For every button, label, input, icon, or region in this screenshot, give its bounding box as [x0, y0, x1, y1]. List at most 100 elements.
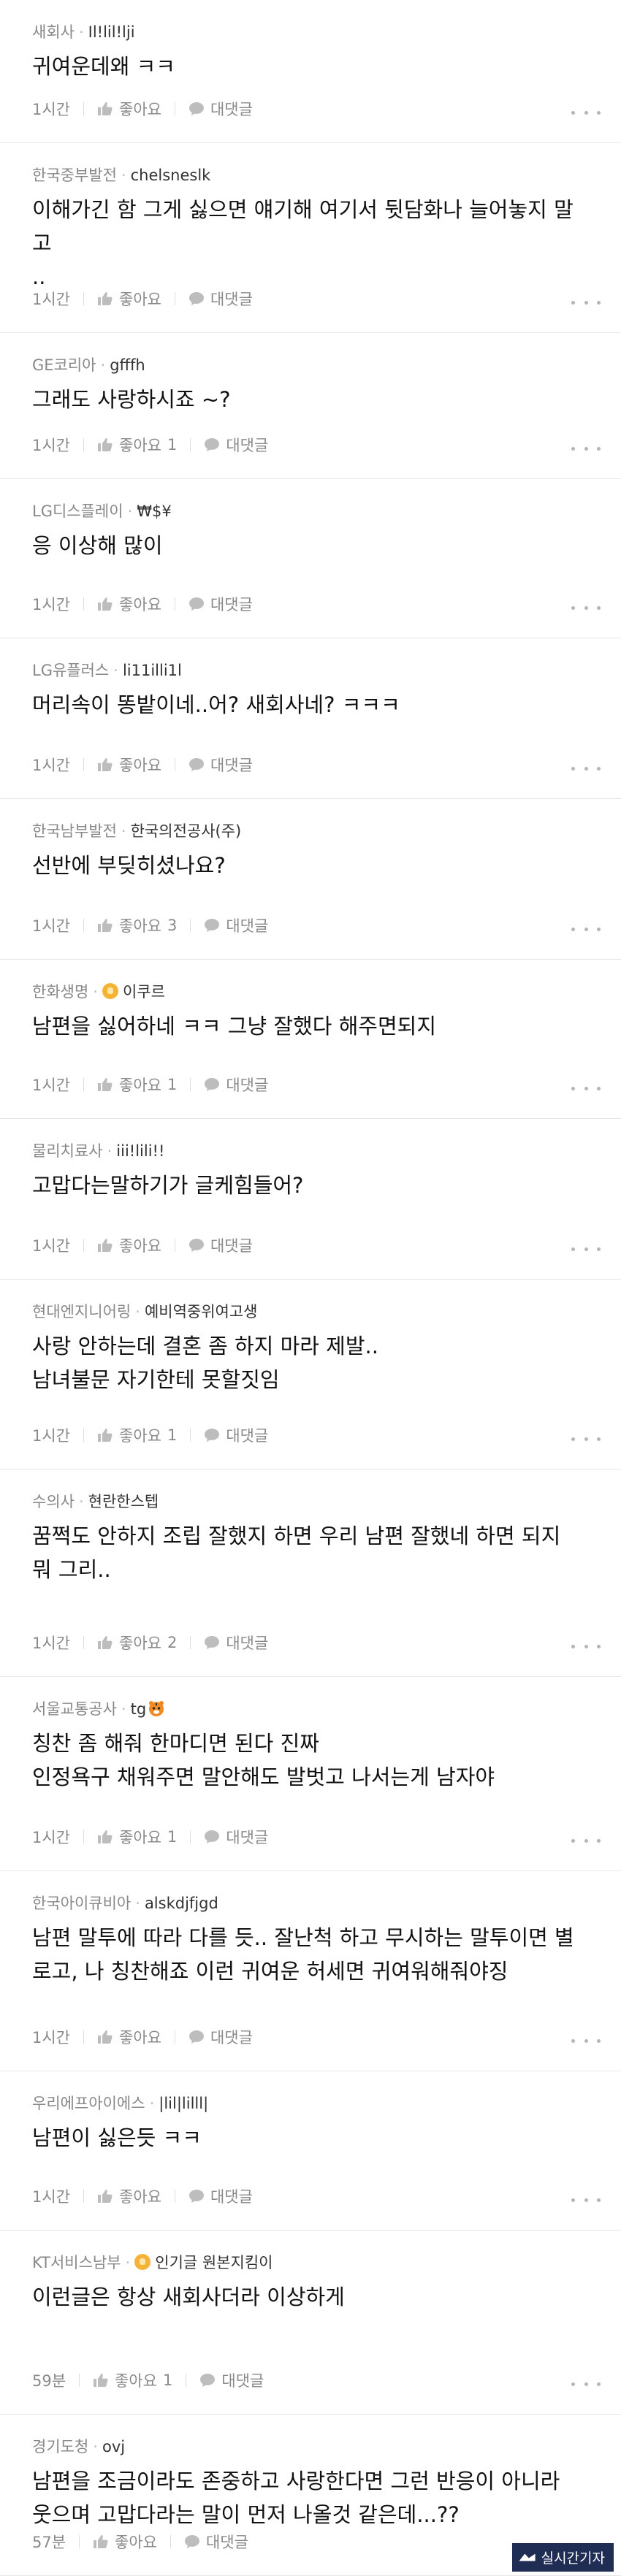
comment-footer: 1시간 좋아요 대댓글 — [32, 593, 253, 615]
comment-footer: 1시간 좋아요 3 대댓글 — [32, 914, 268, 936]
like-button[interactable]: 좋아요 — [97, 1234, 161, 1256]
like-button[interactable]: 좋아요 1 — [97, 1424, 177, 1446]
like-button[interactable]: 좋아요 2 — [97, 1632, 177, 1654]
reply-button[interactable]: 대댓글 — [188, 593, 253, 615]
author-name[interactable]: 현란한스텝 — [88, 1493, 159, 1510]
reply-button[interactable]: 대댓글 — [199, 2369, 264, 2391]
more-options-icon[interactable] — [571, 295, 601, 310]
more-options-icon[interactable] — [571, 1639, 601, 1654]
comment-meta: 새회사 · Il!lil!lji — [32, 20, 135, 42]
like-button[interactable]: 좋아요 — [97, 288, 161, 310]
meta-separator: · — [127, 502, 133, 520]
reply-button[interactable]: 대댓글 — [188, 2185, 253, 2207]
like-count: 2 — [167, 1634, 178, 1651]
reply-button[interactable]: 대댓글 — [204, 434, 268, 456]
like-button[interactable]: 좋아요 — [97, 2026, 161, 2048]
more-options-icon[interactable] — [571, 600, 601, 615]
meta-separator: · — [135, 1303, 140, 1321]
company-name[interactable]: 한국남부발전 — [32, 822, 117, 840]
author-name[interactable]: gfffh — [110, 356, 145, 374]
more-options-icon[interactable] — [571, 1081, 601, 1096]
author-name[interactable]: iii!lili!! — [116, 1142, 164, 1160]
reply-button[interactable]: 대댓글 — [188, 1234, 253, 1256]
author-name[interactable]: 예비역중위여고생 — [145, 1303, 258, 1321]
comment-footer: 1시간 좋아요 대댓글 — [32, 1234, 253, 1256]
author-name[interactable]: |lil|lilll| — [159, 2095, 208, 2112]
speech-bubble-icon — [204, 918, 226, 933]
reply-button[interactable]: 대댓글 — [204, 1074, 268, 1096]
reply-button[interactable]: 대댓글 — [184, 2531, 248, 2553]
like-button[interactable]: 좋아요 — [97, 593, 161, 615]
like-button[interactable]: 좋아요 — [97, 98, 161, 120]
more-options-icon[interactable] — [571, 105, 601, 120]
reply-button[interactable]: 대댓글 — [204, 1424, 268, 1446]
like-button[interactable]: 좋아요 — [97, 2185, 161, 2207]
comment-time: 1시간 — [32, 596, 71, 614]
company-name[interactable]: 한국중부발전 — [32, 167, 117, 184]
author-name[interactable]: Il!lil!lji — [88, 23, 135, 41]
more-options-icon[interactable] — [571, 1833, 601, 1848]
author-name[interactable]: 이쿠르 — [123, 983, 165, 1001]
like-button[interactable]: 좋아요 — [97, 754, 161, 776]
comment-footer: 1시간 좋아요 1 대댓글 — [32, 434, 268, 456]
more-options-icon[interactable] — [571, 1432, 601, 1446]
reply-button[interactable]: 대댓글 — [188, 98, 253, 120]
more-options-icon[interactable] — [571, 441, 601, 456]
company-name[interactable]: 한국아이큐비아 — [32, 1895, 131, 1912]
like-button[interactable]: 좋아요 1 — [93, 2369, 172, 2391]
footer-divider — [83, 919, 85, 932]
comment-text-line: 사랑 안하는데 결혼 좀 하지 마라 제발.. — [32, 1334, 378, 1358]
company-name[interactable]: LG유플러스 — [32, 662, 109, 679]
like-button[interactable]: 좋아요 — [93, 2531, 157, 2553]
author-name[interactable]: alskdjfjgd — [145, 1895, 218, 1912]
reply-button[interactable]: 대댓글 — [204, 1826, 268, 1848]
more-options-icon[interactable] — [571, 1242, 601, 1256]
reply-button[interactable]: 대댓글 — [188, 2026, 253, 2048]
reply-label: 대댓글 — [226, 1829, 269, 1846]
company-name[interactable]: 수의사 — [32, 1493, 75, 1510]
meta-separator: · — [121, 1700, 126, 1718]
like-button[interactable]: 좋아요 1 — [97, 1826, 177, 1848]
more-options-icon[interactable] — [571, 2033, 601, 2048]
company-name[interactable]: GE코리아 — [32, 356, 96, 374]
author-name[interactable]: tg — [131, 1700, 147, 1718]
company-name[interactable]: 현대엔지니어링 — [32, 1303, 131, 1321]
reply-label: 대댓글 — [226, 1077, 269, 1094]
comment-text-line: 웃으며 고맙다라는 말이 먼저 나올것 같은데...?? — [32, 2502, 460, 2527]
like-button[interactable]: 좋아요 1 — [97, 434, 177, 456]
watermark-logo-icon — [519, 2552, 536, 2564]
company-name[interactable]: 경기도청 — [32, 2438, 88, 2455]
company-name[interactable]: 새회사 — [32, 23, 75, 41]
reply-button[interactable]: 대댓글 — [204, 1632, 268, 1654]
comment-footer: 1시간 좋아요 대댓글 — [32, 98, 253, 120]
like-label: 좋아요 — [115, 2372, 158, 2390]
like-button[interactable]: 좋아요 3 — [97, 914, 177, 936]
company-name[interactable]: LG디스플레이 — [32, 502, 123, 520]
company-name[interactable]: 서울교통공사 — [32, 1700, 117, 1718]
author-name[interactable]: chelsneslk — [131, 167, 211, 184]
company-name[interactable]: 한화생명 — [32, 983, 88, 1001]
speech-bubble-icon — [188, 102, 210, 116]
footer-divider — [170, 2535, 172, 2548]
more-options-icon[interactable] — [571, 761, 601, 776]
author-name[interactable]: ovj — [102, 2438, 125, 2455]
comment-meta: 우리에프아이에스 · |lil|lilll| — [32, 2092, 208, 2114]
company-name[interactable]: KT서비스남부 — [32, 2254, 121, 2271]
author-name[interactable]: li11illi1l — [123, 662, 182, 679]
company-name[interactable]: 우리에프아이에스 — [32, 2095, 145, 2112]
like-button[interactable]: 좋아요 1 — [97, 1074, 177, 1096]
more-options-icon[interactable] — [571, 922, 601, 936]
more-options-icon[interactable] — [571, 2377, 601, 2391]
like-count: 1 — [163, 2371, 173, 2389]
medal-badge-icon — [102, 983, 118, 999]
thumbs-up-icon — [97, 1830, 119, 1844]
author-name[interactable]: ₩$¥ — [137, 502, 172, 520]
reply-button[interactable]: 대댓글 — [188, 754, 253, 776]
reply-button[interactable]: 대댓글 — [188, 288, 253, 310]
reply-button[interactable]: 대댓글 — [204, 914, 268, 936]
company-name[interactable]: 물리치료사 — [32, 1142, 103, 1160]
more-options-icon[interactable] — [571, 2193, 601, 2207]
author-name[interactable]: 한국의전공사(주) — [131, 822, 242, 840]
speech-bubble-icon — [188, 597, 210, 611]
author-name[interactable]: 인기글 원본지킴이 — [155, 2254, 273, 2271]
